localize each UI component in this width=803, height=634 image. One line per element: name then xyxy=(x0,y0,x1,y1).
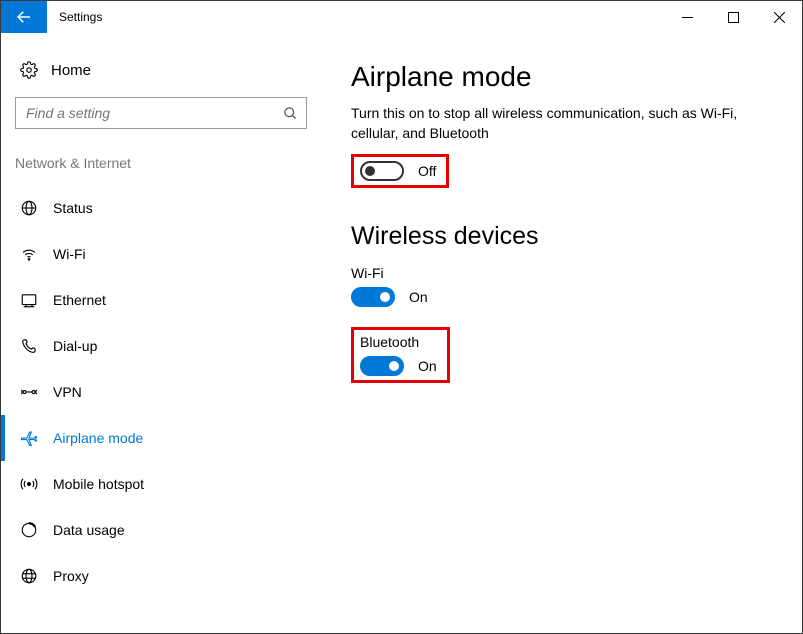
wifi-icon xyxy=(20,245,38,263)
wifi-label: Wi-Fi xyxy=(351,265,772,281)
window-title: Settings xyxy=(47,1,114,33)
sidebar: Home Network & Internet Status xyxy=(1,33,321,633)
titlebar: Settings xyxy=(1,1,802,33)
sidebar-item-label: Wi-Fi xyxy=(53,246,86,262)
sidebar-item-vpn[interactable]: VPN xyxy=(1,369,321,415)
ethernet-icon xyxy=(20,291,38,309)
maximize-button[interactable] xyxy=(710,1,756,33)
vpn-icon xyxy=(20,383,38,401)
wifi-state: On xyxy=(409,289,428,305)
bluetooth-state: On xyxy=(418,358,437,374)
airplane-mode-toggle[interactable] xyxy=(360,161,404,181)
back-button[interactable] xyxy=(1,1,47,33)
airplane-icon xyxy=(20,429,38,447)
arrow-left-icon xyxy=(15,8,33,26)
data-usage-icon xyxy=(20,521,38,539)
bluetooth-toggle[interactable] xyxy=(360,356,404,376)
close-button[interactable] xyxy=(756,1,802,33)
main-panel: Airplane mode Turn this on to stop all w… xyxy=(321,33,802,633)
sidebar-item-hotspot[interactable]: Mobile hotspot xyxy=(1,461,321,507)
sidebar-item-label: Airplane mode xyxy=(53,430,143,446)
hotspot-icon xyxy=(20,475,38,493)
maximize-icon xyxy=(728,12,739,23)
phone-icon xyxy=(20,337,38,355)
wifi-toggle[interactable] xyxy=(351,287,395,307)
home-label: Home xyxy=(51,62,91,79)
minimize-button[interactable] xyxy=(664,1,710,33)
page-description: Turn this on to stop all wireless commun… xyxy=(351,103,772,144)
search-icon xyxy=(283,106,298,121)
globe-icon xyxy=(20,199,38,217)
search-input[interactable] xyxy=(24,104,283,122)
sidebar-item-proxy[interactable]: Proxy xyxy=(1,553,321,599)
sidebar-item-wifi[interactable]: Wi-Fi xyxy=(1,231,321,277)
wireless-devices-title: Wireless devices xyxy=(351,222,772,251)
gear-icon xyxy=(20,61,38,79)
close-icon xyxy=(774,12,785,23)
airplane-highlight: Off xyxy=(351,154,449,188)
sidebar-item-status[interactable]: Status xyxy=(1,185,321,231)
sidebar-item-dialup[interactable]: Dial-up xyxy=(1,323,321,369)
sidebar-item-datausage[interactable]: Data usage xyxy=(1,507,321,553)
search-box[interactable] xyxy=(15,97,307,129)
sidebar-item-label: VPN xyxy=(53,384,82,400)
sidebar-item-label: Mobile hotspot xyxy=(53,476,144,492)
sidebar-item-label: Proxy xyxy=(53,568,89,584)
home-link[interactable]: Home xyxy=(1,53,321,97)
sidebar-item-ethernet[interactable]: Ethernet xyxy=(1,277,321,323)
sidebar-item-label: Ethernet xyxy=(53,292,106,308)
airplane-mode-state: Off xyxy=(418,163,436,179)
sidebar-item-label: Dial-up xyxy=(53,338,97,354)
sidebar-item-label: Status xyxy=(53,200,93,216)
page-title: Airplane mode xyxy=(351,61,772,93)
minimize-icon xyxy=(682,12,693,23)
section-label: Network & Internet xyxy=(1,129,321,185)
proxy-icon xyxy=(20,567,38,585)
sidebar-item-label: Data usage xyxy=(53,522,125,538)
bluetooth-label: Bluetooth xyxy=(360,334,437,350)
sidebar-item-airplane[interactable]: Airplane mode xyxy=(1,415,321,461)
bluetooth-highlight: Bluetooth On xyxy=(351,327,450,383)
